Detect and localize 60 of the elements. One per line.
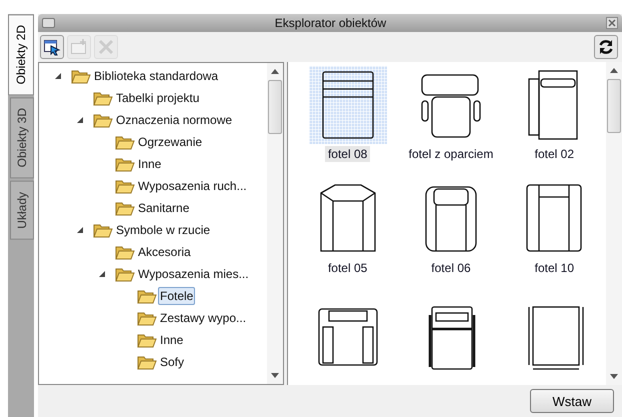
scroll-up-icon[interactable] [271,69,279,74]
collapse-arrow-icon[interactable] [77,117,83,123]
folder-icon [115,266,135,282]
scrollbar-thumb[interactable] [268,80,282,134]
scroll-down-icon[interactable] [271,373,279,378]
tree-item[interactable]: Inne [158,331,186,349]
scrollbar[interactable] [267,63,283,384]
window-title: Eksplorator obiektów [274,16,388,30]
tree-item[interactable]: Fotele [158,287,196,305]
collapse-arrow-icon[interactable] [99,271,105,277]
folder-icon [115,178,135,194]
tree-item[interactable]: Zestawy wypo... [158,309,248,327]
folder-icon [93,112,113,128]
minimize-icon[interactable] [42,18,55,28]
folder-icon [115,134,135,150]
side-tab[interactable]: Obiekty 2D [8,14,34,96]
tree-item[interactable]: Tabelki projektu [114,89,202,107]
tree-item[interactable]: Symbole w rzucie [114,221,212,239]
tree-item[interactable]: Sofy [158,353,186,371]
folder-icon [137,354,157,370]
scrollbar-thumb[interactable] [607,79,621,133]
folder-icon [115,244,135,260]
scroll-up-icon[interactable] [610,68,618,73]
folder-icon [137,332,157,348]
side-tab[interactable]: Obiekty 3D [10,97,34,179]
thumbnail-label: fotel 06 [430,260,472,276]
side-tab[interactable]: Układy [10,180,34,240]
new-folder-icon [70,38,88,56]
insert-button[interactable]: Wstaw [530,389,614,413]
folder-icon [137,288,157,304]
refresh-icon [597,38,615,56]
tree-item[interactable]: Wyposazenia ruch... [136,177,249,195]
select-tool-button[interactable] [40,35,64,59]
thumbnail-label: fotel 05 [326,260,368,276]
folder-icon [115,156,135,172]
tree-item[interactable]: Oznaczenia normowe [114,111,234,129]
tree-item[interactable]: Inne [136,155,164,173]
folder-icon [93,222,113,238]
delete-icon [97,38,115,56]
armchair-thumbnail[interactable] [308,66,387,144]
tree-item[interactable]: Sanitarne [136,199,192,217]
close-icon[interactable] [606,17,618,29]
folder-icon [71,68,91,84]
folder-icon [93,90,113,106]
scrollbar[interactable] [606,62,622,385]
thumbnail-label: fotel 08 [324,146,370,162]
refresh-button[interactable] [594,35,618,59]
scroll-down-icon[interactable] [610,374,618,379]
thumbnail-label: fotel z oparciem [408,146,494,162]
select-cursor-icon [43,38,61,56]
folder-icon [137,310,157,326]
thumbnail-label: fotel 10 [534,260,576,276]
tree-item[interactable]: Wyposazenia mies... [136,265,251,283]
folder-icon [115,200,135,216]
tree-item[interactable]: Ogrzewanie [136,133,204,151]
thumbnail-label: fotel 02 [534,146,576,162]
tree-item[interactable]: Akcesoria [136,243,193,261]
collapse-arrow-icon[interactable] [55,73,61,79]
collapse-arrow-icon[interactable] [77,227,83,233]
tree-item[interactable]: Biblioteka standardowa [92,67,220,85]
